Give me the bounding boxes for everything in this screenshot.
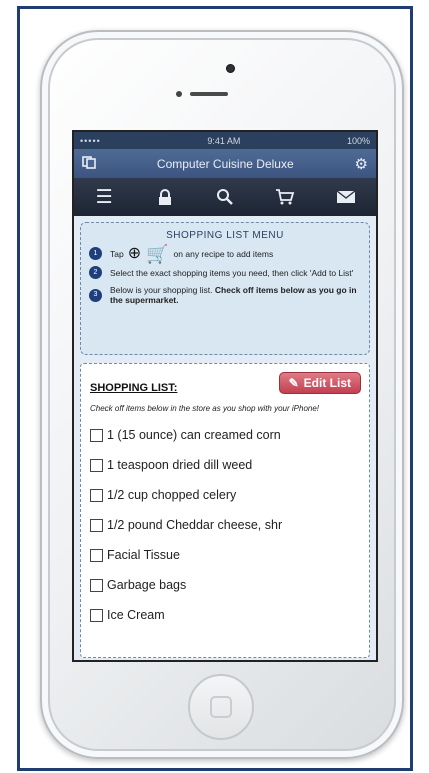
lock-icon[interactable]: [150, 182, 180, 212]
step2-text: Select the exact shopping items you need…: [110, 267, 354, 278]
mail-icon[interactable]: [331, 182, 361, 212]
checkbox[interactable]: [90, 458, 103, 472]
list-instructions: Check off items below in the store as yo…: [90, 404, 320, 413]
checkbox[interactable]: [90, 428, 103, 442]
search-icon[interactable]: [210, 182, 240, 212]
checkbox[interactable]: [90, 608, 103, 622]
list-item[interactable]: 1 (15 ounce) can creamed corn: [90, 420, 361, 450]
step-number-1: 1: [89, 247, 102, 260]
list-item[interactable]: 1/2 cup chopped celery: [90, 480, 361, 510]
cart-icon[interactable]: [270, 182, 300, 212]
signal-indicator: •••••: [80, 135, 101, 146]
checkbox[interactable]: [90, 578, 103, 592]
item-label: 1/2 cup chopped celery: [107, 488, 237, 502]
list-item[interactable]: 1/2 pound Cheddar cheese, shr: [90, 510, 361, 540]
item-label: 1 (15 ounce) can creamed corn: [107, 428, 281, 442]
home-button[interactable]: [188, 674, 254, 740]
shopping-list: SHOPPING LIST: ✎ Edit List Check off ite…: [80, 363, 370, 658]
list-item[interactable]: Ice Cream: [90, 600, 361, 630]
menu-step-3: 3 Below is your shopping list. Check off…: [89, 285, 361, 305]
item-label: Facial Tissue: [107, 548, 180, 562]
checkbox[interactable]: [90, 548, 103, 562]
list-header: SHOPPING LIST: ✎ Edit List: [90, 372, 361, 394]
item-label: Ice Cream: [107, 608, 165, 622]
app-title: Computer Cuisine Deluxe: [156, 156, 294, 171]
gear-icon[interactable]: ⚙: [355, 155, 368, 173]
front-camera: [226, 64, 235, 73]
content-area: SHOPPING LIST MENU 1 Tap ⊕ 🛒 on any reci…: [74, 216, 376, 660]
list-title: SHOPPING LIST:: [90, 382, 178, 394]
step3-text: Below is your shopping list.: [110, 285, 213, 295]
checkbox[interactable]: [90, 518, 103, 532]
step1-pre-text: Tap: [110, 248, 124, 259]
menu-step-2: 2 Select the exact shopping items you ne…: [89, 266, 361, 279]
toolbar: ☰: [74, 178, 376, 216]
speaker-grille: [176, 91, 236, 97]
checkbox[interactable]: [90, 488, 103, 502]
menu-title: SHOPPING LIST MENU: [166, 230, 284, 241]
list-item[interactable]: Facial Tissue: [90, 540, 361, 570]
item-label: 1 teaspoon dried dill weed: [107, 458, 253, 472]
list-item[interactable]: Garbage bags: [90, 570, 361, 600]
menu-step-1: 1 Tap ⊕ 🛒 on any recipe to add items: [89, 243, 361, 264]
step-number-2: 2: [89, 266, 102, 279]
step-number-3: 3: [89, 288, 102, 302]
list-icon[interactable]: ☰: [89, 182, 119, 212]
cart-icon: 🛒: [146, 243, 169, 264]
status-bar: ••••• 9:41 AM 100%: [74, 132, 376, 149]
title-bar: Computer Cuisine Deluxe ⚙: [74, 149, 376, 178]
item-label: Garbage bags: [107, 578, 187, 592]
copy-icon[interactable]: [82, 155, 96, 172]
item-label: 1/2 pound Cheddar cheese, shr: [107, 518, 283, 532]
list-item[interactable]: 1 teaspoon dried dill weed: [90, 450, 361, 480]
edit-list-label: Edit List: [303, 376, 351, 390]
add-circle-icon: ⊕: [127, 244, 142, 262]
pencil-icon: ✎: [288, 376, 299, 390]
status-time: 9:41 AM: [207, 135, 241, 146]
step1-post-text: on any recipe to add items: [173, 248, 274, 259]
battery-indicator: 100%: [346, 135, 370, 146]
edit-list-button[interactable]: ✎ Edit List: [278, 372, 361, 394]
shopping-list-menu: SHOPPING LIST MENU 1 Tap ⊕ 🛒 on any reci…: [80, 222, 370, 355]
app-screen: ••••• 9:41 AM 100% Computer Cuisine Delu…: [72, 130, 378, 662]
